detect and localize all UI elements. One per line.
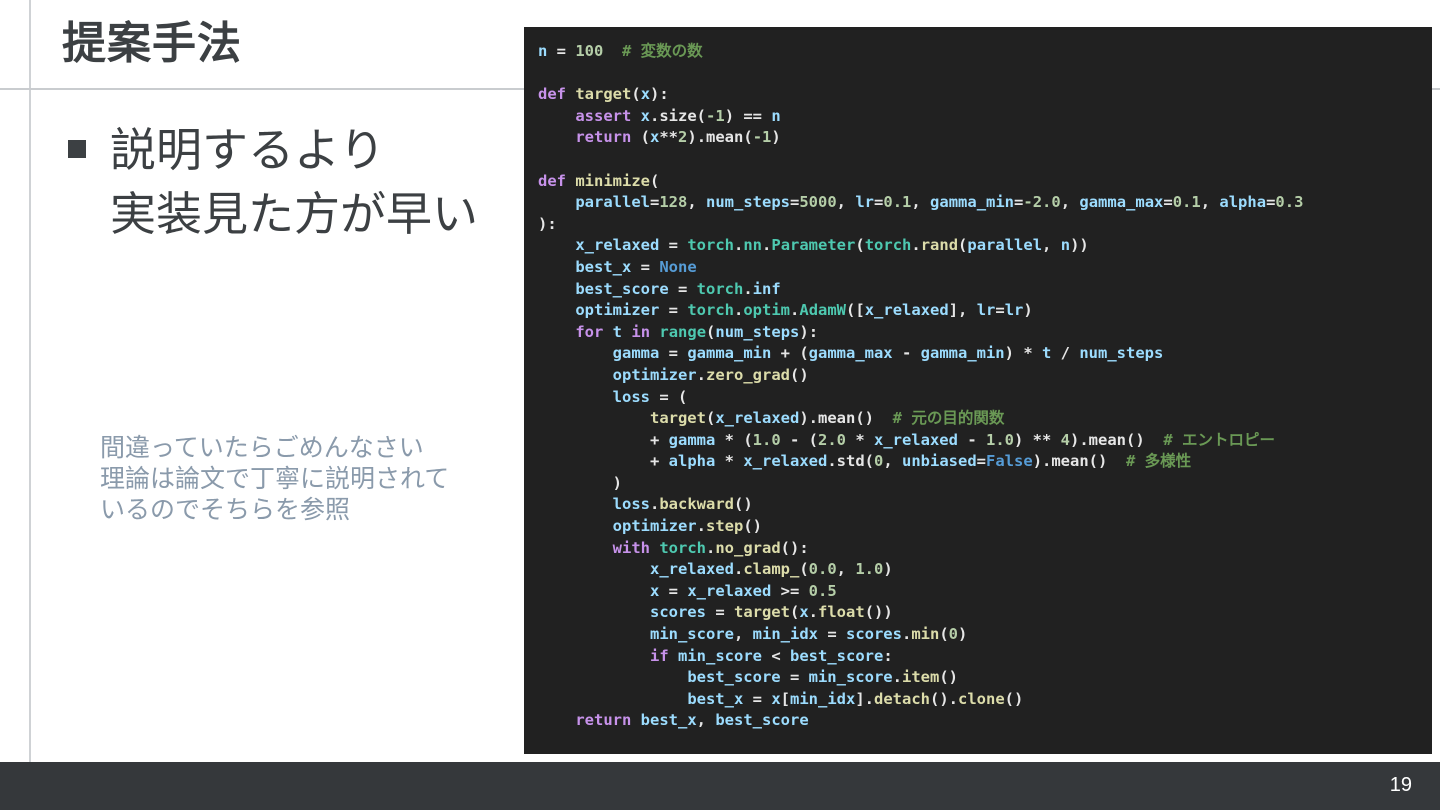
- note-line-2: 理論は論文で丁寧に説明されて: [100, 464, 450, 493]
- code-comment: # 変数の数: [622, 42, 703, 60]
- code-comment: # 元の目的関数: [892, 409, 1005, 428]
- note-line-3: いるのでそちらを参照: [100, 495, 351, 524]
- bullet-text: 説明するより 実装見た方が早い: [110, 118, 478, 246]
- note-line-1: 間違っていたらごめんなさい: [100, 433, 424, 462]
- speaker-note: 間違っていたらごめんなさい 理論は論文で丁寧に説明されて いるのでそちらを参照: [100, 432, 449, 525]
- bullet-marker: [68, 140, 86, 158]
- left-rule: [29, 0, 31, 762]
- bullet-line-1: 説明するより: [110, 123, 386, 177]
- code-comment: # エントロピー: [1163, 430, 1275, 449]
- slide-footer: [0, 762, 1440, 810]
- code-block: n = 100 # 変数の数 def target(x): assert x.si…: [524, 27, 1432, 754]
- code-comment: # 多様性: [1126, 452, 1192, 471]
- page-number: 19: [1389, 774, 1412, 796]
- page-title: 提案手法: [62, 18, 242, 69]
- bullet-line-2: 実装見た方が早い: [110, 187, 478, 241]
